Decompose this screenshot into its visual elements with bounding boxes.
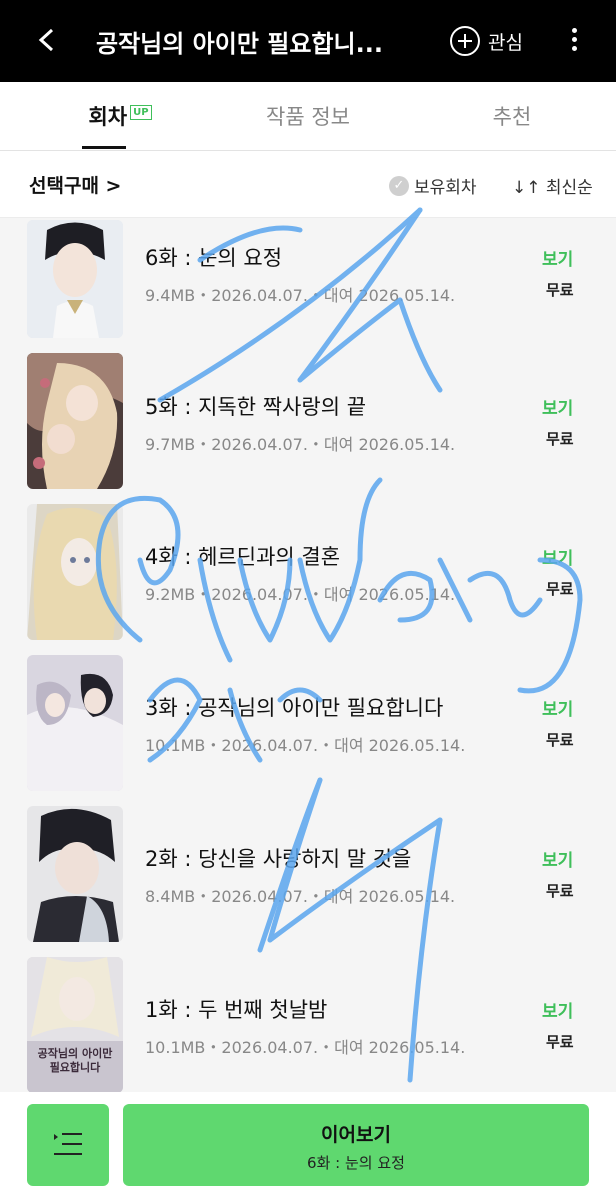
continue-reading-label: 이어보기 bbox=[321, 1124, 391, 1146]
view-button[interactable]: 보기 bbox=[542, 846, 573, 871]
episode-title: 5화 : 지독한 짝사랑의 끝 bbox=[145, 395, 367, 419]
view-button[interactable]: 보기 bbox=[542, 695, 573, 720]
episode-row[interactable]: 4화 : 헤르딘과의 결혼 9.2MB・2026.04.07.・대여 2026.… bbox=[0, 503, 616, 653]
episode-thumbnail bbox=[27, 504, 123, 640]
episode-title: 1화 : 두 번째 첫날밤 bbox=[145, 998, 328, 1022]
price-label: 무료 bbox=[546, 430, 574, 448]
top-app-bar: 공작님의 아이만 필요합니... 관심 bbox=[0, 0, 616, 82]
tab-recommend[interactable]: 추천 bbox=[432, 82, 592, 150]
sort-button[interactable]: ↓↑ 최신순 bbox=[512, 173, 593, 198]
plus-circle-icon bbox=[450, 26, 480, 56]
episode-meta: 10.1MB・2026.04.07.・대여 2026.05.14. bbox=[145, 1038, 466, 1057]
favorite-button[interactable]: 관심 bbox=[450, 24, 523, 58]
episode-row[interactable]: 5화 : 지독한 짝사랑의 끝 9.7MB・2026.04.07.・대여 202… bbox=[0, 352, 616, 502]
active-tab-indicator bbox=[82, 146, 126, 149]
episode-meta: 9.2MB・2026.04.07.・대여 2026.05.14. bbox=[145, 585, 456, 604]
continue-reading-button[interactable]: 이어보기 6화 : 눈의 요정 bbox=[123, 1104, 589, 1186]
episode-title: 4화 : 헤르딘과의 결혼 bbox=[145, 545, 341, 569]
up-badge: UP bbox=[130, 104, 152, 120]
episode-thumbnail bbox=[27, 806, 123, 942]
page-title: 공작님의 아이만 필요합니... bbox=[96, 30, 383, 58]
tab-work-info-label: 작품 정보 bbox=[266, 105, 350, 129]
owned-episodes-label: 보유회차 bbox=[414, 178, 477, 198]
tab-episodes-label: 회차 bbox=[88, 105, 128, 129]
continue-reading-episode: 6화 : 눈의 요정 bbox=[307, 1154, 405, 1172]
tab-bar: 회차 UP 작품 정보 추천 bbox=[0, 82, 616, 151]
owned-episodes-filter[interactable]: ✓ 보유회차 bbox=[389, 173, 477, 198]
episode-row[interactable]: 6화 : 눈의 요정 9.4MB・2026.04.07.・대여 2026.05.… bbox=[0, 218, 616, 368]
episode-title: 2화 : 당신을 사랑하지 말 것을 bbox=[145, 847, 412, 871]
episode-row[interactable]: 2화 : 당신을 사랑하지 말 것을 8.4MB・2026.04.07.・대여 … bbox=[0, 805, 616, 955]
episode-row[interactable]: 공작님의 아이만 필요합니다 1화 : 두 번째 첫날밤 10.1MB・2026… bbox=[0, 956, 616, 1092]
view-button[interactable]: 보기 bbox=[542, 997, 573, 1022]
filter-bar: 선택구매 > ✓ 보유회차 ↓↑ 최신순 bbox=[0, 151, 616, 218]
view-button[interactable]: 보기 bbox=[542, 544, 573, 569]
episode-list: 6화 : 눈의 요정 9.4MB・2026.04.07.・대여 2026.05.… bbox=[0, 218, 616, 1092]
tab-recommend-label: 추천 bbox=[492, 105, 532, 129]
cover-title-text: 공작님의 아이만 필요합니다 bbox=[37, 1047, 113, 1074]
price-label: 무료 bbox=[546, 281, 574, 299]
episode-thumbnail: 공작님의 아이만 필요합니다 bbox=[27, 957, 123, 1092]
episode-meta: 8.4MB・2026.04.07.・대여 2026.05.14. bbox=[145, 887, 456, 906]
episode-title: 3화 : 공작님의 아이만 필요합니다 bbox=[145, 696, 444, 720]
episode-thumbnail bbox=[27, 220, 123, 338]
price-label: 무료 bbox=[546, 1033, 574, 1051]
episode-thumbnail bbox=[27, 353, 123, 489]
view-button[interactable]: 보기 bbox=[542, 394, 573, 419]
price-label: 무료 bbox=[546, 882, 574, 900]
episode-meta: 9.4MB・2026.04.07.・대여 2026.05.14. bbox=[145, 286, 456, 305]
price-label: 무료 bbox=[546, 580, 574, 598]
episode-row[interactable]: 3화 : 공작님의 아이만 필요합니다 10.1MB・2026.04.07.・대… bbox=[0, 654, 616, 804]
select-purchase-button[interactable]: 선택구매 > bbox=[29, 171, 121, 198]
check-circle-icon: ✓ bbox=[389, 175, 409, 196]
bottom-action-bar: 이어보기 6화 : 눈의 요정 bbox=[0, 1092, 616, 1199]
episode-meta: 10.1MB・2026.04.07.・대여 2026.05.14. bbox=[145, 736, 466, 755]
price-label: 무료 bbox=[546, 731, 574, 749]
tab-episodes[interactable]: 회차 UP bbox=[40, 82, 200, 150]
back-arrow-icon[interactable] bbox=[30, 22, 66, 58]
episode-title: 6화 : 눈의 요정 bbox=[145, 246, 283, 270]
view-button[interactable]: 보기 bbox=[542, 245, 573, 270]
list-menu-icon bbox=[54, 1133, 82, 1155]
episode-thumbnail bbox=[27, 655, 123, 791]
episode-list-button[interactable] bbox=[27, 1104, 109, 1186]
episode-meta: 9.7MB・2026.04.07.・대여 2026.05.14. bbox=[145, 435, 456, 454]
more-vertical-icon[interactable] bbox=[562, 28, 586, 56]
favorite-label: 관심 bbox=[488, 31, 523, 54]
tab-work-info[interactable]: 작품 정보 bbox=[228, 82, 388, 150]
